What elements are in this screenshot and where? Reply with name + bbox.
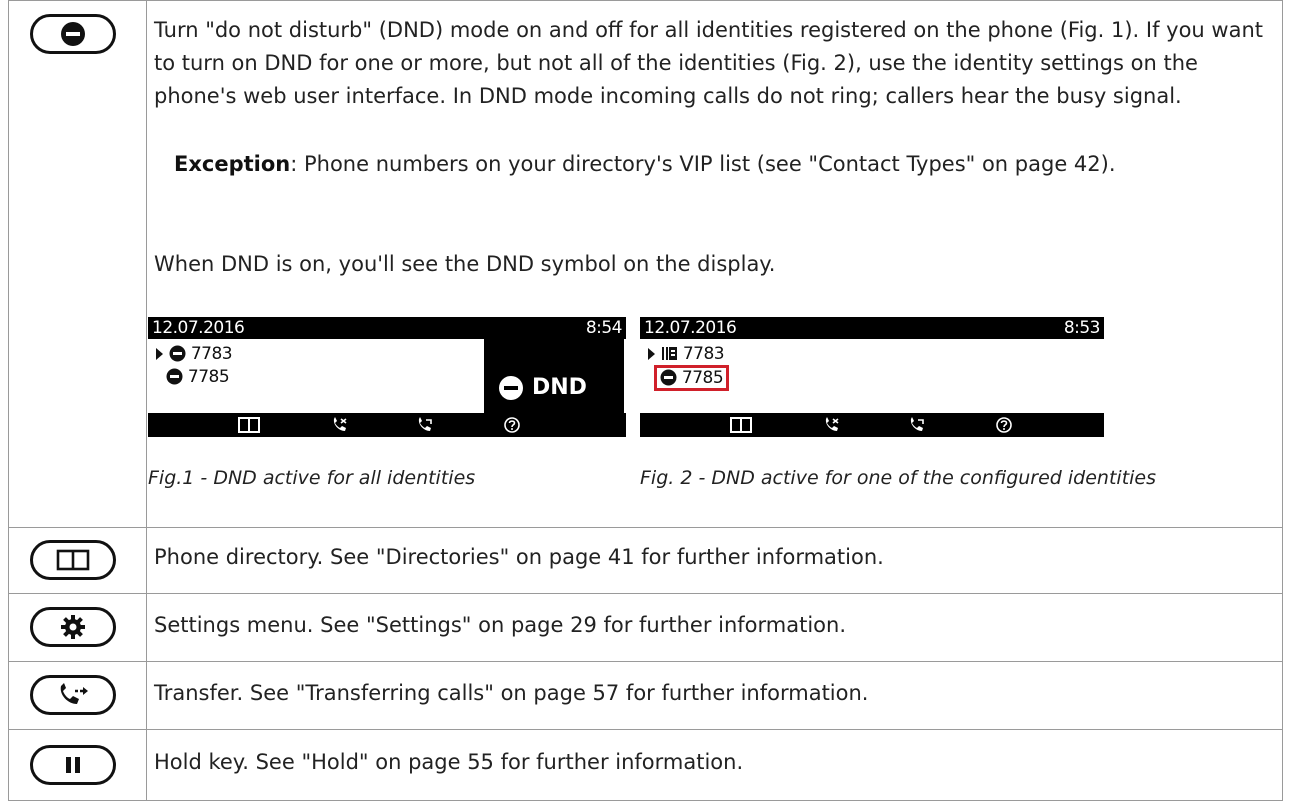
row-divider bbox=[8, 0, 1283, 1]
identity-row-highlighted: 7785 bbox=[654, 365, 730, 391]
book-icon bbox=[238, 417, 260, 433]
dnd-minus-icon bbox=[166, 368, 183, 385]
fig2-phone-display: 12.07.2016 8:53 7783 7785 bbox=[640, 317, 1104, 437]
display-header: 12.07.2016 8:54 bbox=[148, 317, 626, 339]
display-header: 12.07.2016 8:53 bbox=[640, 317, 1104, 339]
dnd-minus-icon bbox=[61, 22, 85, 46]
display-date: 12.07.2016 bbox=[152, 318, 245, 338]
selection-arrow-icon bbox=[156, 348, 163, 360]
hold-key bbox=[30, 745, 116, 785]
call-forward-icon bbox=[333, 417, 347, 431]
help-icon bbox=[504, 417, 520, 433]
exception-text: : Phone numbers on your directory's VIP … bbox=[290, 152, 1116, 176]
book-icon bbox=[56, 549, 90, 571]
transfer-key bbox=[30, 675, 116, 715]
identity-row: 7783 bbox=[648, 344, 725, 364]
row-divider bbox=[8, 661, 1283, 662]
hold-description: Hold key. See "Hold" on page 55 for furt… bbox=[154, 750, 744, 774]
dnd-minus-icon bbox=[169, 345, 186, 362]
exception-label: Exception bbox=[174, 152, 291, 176]
call-forward-icon bbox=[825, 417, 839, 431]
fig1-caption: Fig.1 - DND active for all identities bbox=[148, 467, 476, 489]
dnd-label: DND bbox=[532, 375, 587, 400]
display-time: 8:54 bbox=[585, 318, 623, 338]
identity-number: 7785 bbox=[187, 367, 230, 387]
display-softkey-bar bbox=[640, 413, 1104, 437]
table-border-left bbox=[8, 0, 9, 801]
row-divider bbox=[8, 527, 1283, 528]
call-transfer-icon bbox=[910, 417, 924, 431]
identity-number: 7783 bbox=[190, 344, 233, 364]
dnd-minus-icon bbox=[499, 376, 523, 400]
key-function-table: Turn "do not disturb" (DND) mode on and … bbox=[8, 0, 1283, 801]
display-date: 12.07.2016 bbox=[644, 318, 737, 338]
table-border-right bbox=[1282, 0, 1283, 801]
identity-number: 7783 bbox=[682, 344, 725, 364]
transfer-description: Transfer. See "Transferring calls" on pa… bbox=[154, 681, 869, 705]
transfer-icon bbox=[60, 683, 88, 704]
help-icon bbox=[996, 417, 1012, 433]
pause-icon bbox=[66, 757, 80, 773]
dnd-symbol-note: When DND is on, you'll see the DND symbo… bbox=[154, 252, 776, 276]
gear-icon bbox=[61, 615, 85, 639]
row-divider bbox=[8, 593, 1283, 594]
call-transfer-icon bbox=[418, 417, 432, 431]
dnd-exception: Exception: Phone numbers on your directo… bbox=[174, 148, 1254, 181]
dnd-minus-icon bbox=[660, 369, 677, 386]
directory-description: Phone directory. See "Directories" on pa… bbox=[154, 545, 884, 569]
fig2-caption: Fig. 2 - DND active for one of the confi… bbox=[640, 467, 1157, 489]
dnd-key bbox=[30, 14, 116, 54]
display-softkey-bar bbox=[148, 413, 626, 437]
selection-arrow-icon bbox=[648, 348, 655, 360]
row-divider bbox=[8, 729, 1283, 730]
display-time: 8:53 bbox=[1063, 318, 1101, 338]
settings-description: Settings menu. See "Settings" on page 29… bbox=[154, 613, 847, 637]
identity-row: 7783 bbox=[156, 344, 233, 364]
identity-number: 7785 bbox=[681, 368, 724, 388]
column-divider bbox=[146, 0, 147, 801]
fig1-phone-display: 12.07.2016 8:54 7783 7785 DND bbox=[148, 317, 626, 437]
identity-row: 7785 bbox=[166, 367, 230, 387]
settings-key bbox=[30, 607, 116, 647]
directory-key bbox=[30, 540, 116, 580]
phone-line-icon bbox=[661, 347, 677, 360]
book-icon bbox=[730, 417, 752, 433]
dnd-description: Turn "do not disturb" (DND) mode on and … bbox=[154, 18, 1263, 108]
